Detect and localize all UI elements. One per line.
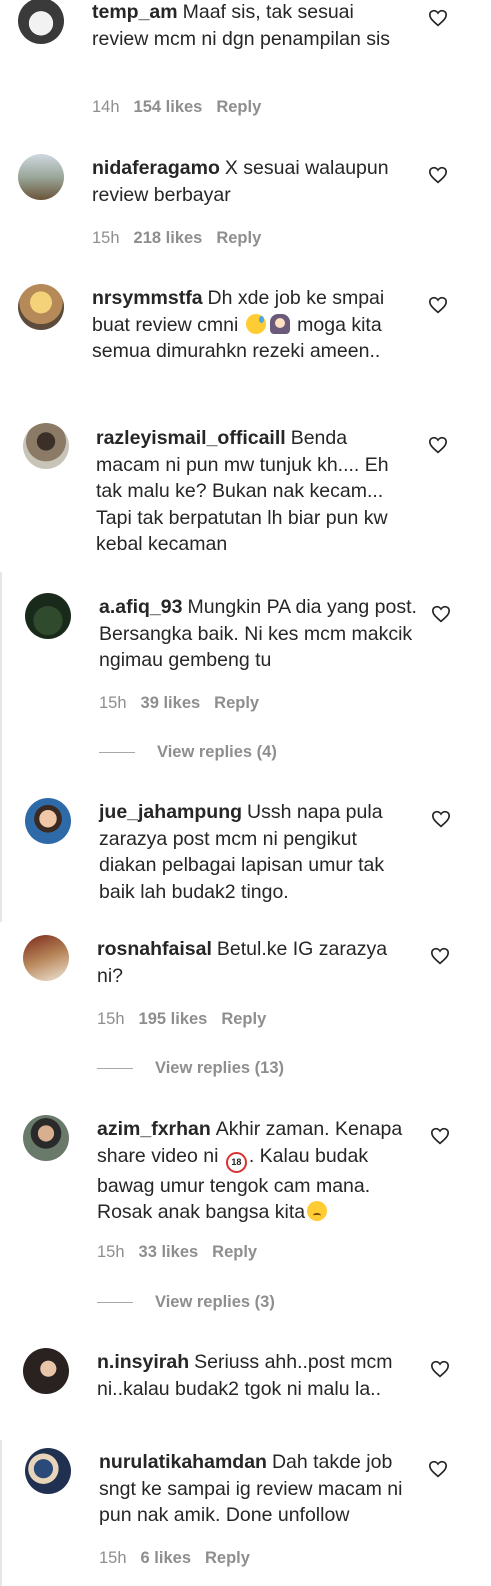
comment-username[interactable]: razleyismail_officaill: [96, 427, 286, 449]
divider-line: [97, 1302, 133, 1304]
heart-icon[interactable]: [431, 810, 451, 828]
reply-button[interactable]: Reply: [214, 694, 259, 712]
heart-icon[interactable]: [428, 9, 448, 27]
comment-text: temp_am Maaf sis, tak sesuai review mcm n…: [92, 1, 391, 50]
comment-time: 15h: [92, 229, 120, 247]
comment-meta: 15h 218 likes Reply: [92, 229, 275, 248]
comment-text: razleyismail_officaill Benda macam ni pun…: [96, 427, 389, 555]
comment-meta: 15h 6 likes Reply: [99, 1549, 264, 1568]
heart-icon[interactable]: [430, 947, 450, 965]
comment-text: n.insyirah Seriuss ahh..post mcm ni..kala…: [97, 1351, 393, 1400]
comment-text: azim_fxrhan Akhir zaman. Kenapa share vid…: [97, 1118, 403, 1223]
comment-username[interactable]: nurulatikahamdan: [99, 1451, 267, 1473]
likes-count[interactable]: 6 likes: [141, 1549, 191, 1567]
avatar[interactable]: [25, 798, 71, 844]
sad-face-emoji: [307, 1201, 328, 1221]
comment-text: a.afiq_93 Mungkin PA dia yang post. Bersa…: [99, 596, 417, 671]
no-one-under-18-emoji: 18: [225, 1151, 247, 1173]
comment-text: rosnahfaisal Betul.ke IG zarazya ni?: [97, 938, 388, 987]
likes-count[interactable]: 154 likes: [134, 98, 203, 116]
heart-icon[interactable]: [428, 296, 448, 314]
likes-count[interactable]: 195 likes: [139, 1010, 208, 1028]
likes-count[interactable]: 39 likes: [141, 694, 201, 712]
divider-line: [99, 752, 135, 754]
comment-time: 15h: [99, 1549, 127, 1567]
avatar[interactable]: [18, 0, 64, 44]
view-replies-button[interactable]: View replies (4): [99, 743, 277, 762]
heart-icon[interactable]: [430, 1127, 450, 1145]
comment-time: 15h: [97, 1243, 125, 1261]
avatar[interactable]: [23, 1115, 69, 1161]
comment-username[interactable]: n.insyirah: [97, 1351, 189, 1373]
avatar[interactable]: [25, 593, 71, 639]
avatar[interactable]: [23, 935, 69, 981]
comment-text: jue_jahampung Ussh napa pula zarazya post…: [99, 801, 385, 903]
comment-username[interactable]: azim_fxrhan: [97, 1118, 211, 1140]
comment-time: 15h: [97, 1010, 125, 1028]
heart-icon[interactable]: [428, 1460, 448, 1478]
avatar[interactable]: [18, 284, 64, 330]
sweat-smile-emoji: [245, 313, 266, 334]
comment-text: nrsymmstfa Dh xde job ke smpai buat revie…: [92, 287, 385, 362]
divider-line: [97, 1068, 133, 1070]
avatar[interactable]: [25, 1448, 71, 1494]
comment-meta: 15h 195 likes Reply: [97, 1010, 280, 1029]
reply-button[interactable]: Reply: [216, 229, 261, 247]
thread-divider: [0, 1440, 2, 1586]
comment-username[interactable]: jue_jahampung: [99, 801, 242, 823]
view-replies-button[interactable]: View replies (13): [97, 1059, 284, 1078]
comment-username[interactable]: temp_am: [92, 1, 178, 23]
person-facepalming-emoji: [269, 313, 290, 334]
comment-time: 15h: [99, 694, 127, 712]
avatar[interactable]: [23, 423, 69, 469]
thread-divider: [0, 572, 2, 922]
reply-button[interactable]: Reply: [221, 1010, 266, 1028]
avatar[interactable]: [23, 1348, 69, 1394]
comment-meta: 14h 154 likes Reply: [92, 98, 275, 117]
view-replies-button[interactable]: View replies (3): [97, 1293, 275, 1312]
comment-username[interactable]: rosnahfaisal: [97, 938, 212, 960]
comment-meta: 15h 33 likes Reply: [97, 1243, 271, 1262]
likes-count[interactable]: 218 likes: [134, 229, 203, 247]
reply-button[interactable]: Reply: [205, 1549, 250, 1567]
heart-icon[interactable]: [428, 436, 448, 454]
comment-meta: 15h 39 likes Reply: [99, 694, 273, 713]
comment-username[interactable]: nidaferagamo: [92, 157, 220, 179]
heart-icon[interactable]: [431, 605, 451, 623]
avatar[interactable]: [18, 154, 64, 200]
reply-button[interactable]: Reply: [216, 98, 261, 116]
comment-text: nurulatikahamdan Dah takde job sngt ke sa…: [99, 1451, 403, 1526]
heart-icon[interactable]: [430, 1360, 450, 1378]
likes-count[interactable]: 33 likes: [139, 1243, 199, 1261]
reply-button[interactable]: Reply: [212, 1243, 257, 1261]
comment-time: 14h: [92, 98, 120, 116]
heart-icon[interactable]: [428, 166, 448, 184]
comment-username[interactable]: nrsymmstfa: [92, 287, 203, 309]
comment-username[interactable]: a.afiq_93: [99, 596, 182, 618]
comment-text: nidaferagamo X sesuai walaupun review ber…: [92, 157, 389, 206]
